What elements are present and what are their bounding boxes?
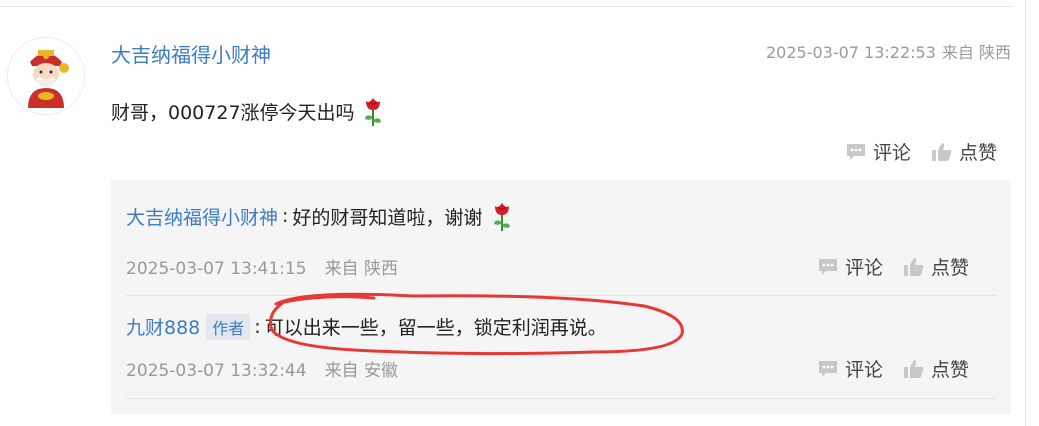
- comment-button-label: 评论: [873, 142, 912, 164]
- comment-icon: [847, 143, 865, 160]
- comment-icon: [819, 360, 837, 377]
- comment-actions: 评论 点赞: [845, 138, 997, 165]
- reply-source: 来自 陕西: [324, 259, 398, 279]
- reply-divider: [126, 295, 996, 296]
- comment-timestamp: 2025-03-07 13:22:53: [765, 43, 936, 62]
- right-divider: [1025, 0, 1026, 426]
- reply-separator: :: [282, 205, 289, 227]
- comment-source: 来自 陕西: [941, 43, 1011, 62]
- like-button[interactable]: 点赞: [931, 138, 997, 165]
- reply-separator: :: [254, 315, 261, 338]
- reply-text: 九财888 作者 : 可以出来一些，留一些，锁定利润再说。: [126, 313, 607, 340]
- reply-like-button[interactable]: 点赞: [903, 253, 969, 280]
- reply-like-label: 点赞: [931, 359, 970, 381]
- like-button-label: 点赞: [959, 142, 998, 164]
- reply-meta: 2025-03-07 13:32:44 来自 安徽: [126, 356, 398, 381]
- reply-like-label: 点赞: [931, 257, 970, 279]
- thumbs-up-icon: [904, 257, 924, 276]
- reply-body: 可以出来一些，留一些，锁定利润再说。: [264, 317, 607, 339]
- avatar[interactable]: [7, 37, 85, 115]
- comment-text: 财哥，000727涨停今天出吗: [111, 95, 385, 127]
- rose-icon: [364, 98, 381, 126]
- caishen-avatar-icon: [8, 38, 84, 114]
- reply-like-button[interactable]: 点赞: [903, 355, 969, 382]
- author-badge: 作者: [206, 313, 251, 340]
- reply-comment-label: 评论: [845, 257, 884, 279]
- reply-author[interactable]: 九财888: [126, 313, 200, 340]
- comment-icon: [819, 258, 837, 275]
- comment-text-body: 财哥，000727涨停今天出吗: [111, 101, 355, 124]
- thumbs-up-icon: [904, 359, 924, 378]
- comment-author[interactable]: 大吉纳福得小财神: [111, 39, 271, 68]
- top-divider: [0, 6, 1013, 7]
- reply-meta: 2025-03-07 13:41:15 来自 陕西: [126, 254, 398, 279]
- reply-comment-button[interactable]: 评论: [817, 355, 883, 382]
- comment-button[interactable]: 评论: [845, 138, 911, 165]
- reply-timestamp: 2025-03-07 13:32:44: [126, 361, 307, 381]
- reply-comment-button[interactable]: 评论: [817, 253, 883, 280]
- reply-text: 大吉纳福得小财神 : 好的财哥知道啦，谢谢: [126, 200, 514, 232]
- replies-panel: 大吉纳福得小财神 : 好的财哥知道啦，谢谢 2025-03-07 13:41:1…: [111, 180, 1011, 414]
- reply-source: 来自 安徽: [324, 361, 398, 381]
- reply-actions: 评论 点赞: [817, 253, 969, 280]
- reply-timestamp: 2025-03-07 13:41:15: [126, 259, 307, 279]
- reply-divider: [126, 398, 996, 399]
- reply-body: 好的财哥知道啦，谢谢: [292, 206, 483, 229]
- rose-icon: [494, 203, 511, 231]
- reply-comment-label: 评论: [845, 359, 884, 381]
- thumbs-up-icon: [932, 142, 952, 161]
- reply-author[interactable]: 大吉纳福得小财神: [126, 203, 278, 230]
- reply-actions: 评论 点赞: [817, 355, 969, 382]
- comment-meta: 2025-03-07 13:22:53 来自 陕西: [766, 39, 1011, 63]
